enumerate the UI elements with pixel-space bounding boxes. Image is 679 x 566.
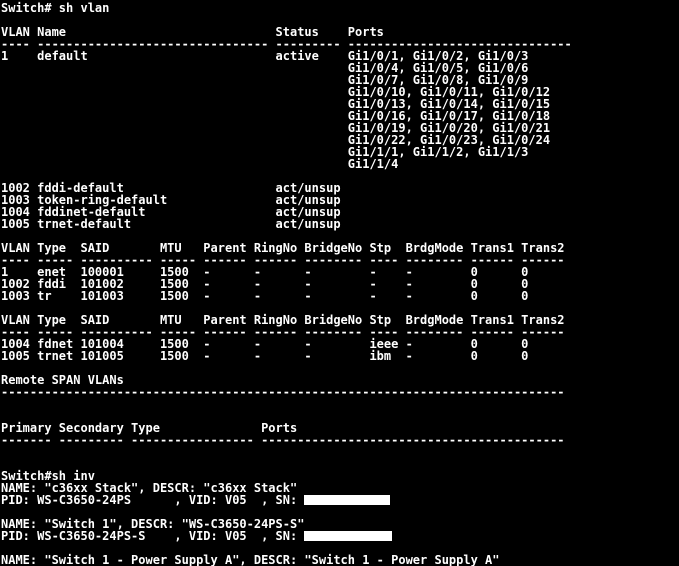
serial-number-redaction (304, 494, 391, 505)
command-prompt-sh-vlan[interactable]: Switch# sh vlan (0, 2, 679, 14)
table-row: 1005 trnet 101005 1500 - - - ibm - 0 0 (1, 349, 529, 363)
inventory-pid-text: PID: WS-C3650-24PS-S , VID: V05 , SN: (1, 529, 305, 543)
private-vlan-divider: ------- --------- ----------------- ----… (1, 433, 565, 447)
table-row: 1005 trnet-default act/unsup (1, 217, 341, 231)
remote-span-divider: ----------------------------------------… (1, 385, 565, 399)
inventory-pid-line: PID: WS-C3650-24PS-S , VID: V05 , SN: (0, 530, 679, 542)
inventory-pid-line: PID: WS-C3650-24PS , VID: V05 , SN: (0, 494, 679, 506)
terminal-screen: Switch# sh vlan VLAN Name Status Ports -… (0, 2, 679, 566)
table-row: Gi1/1/4 (1, 157, 399, 171)
inventory-pid-text: PID: WS-C3650-24PS , VID: V05 , SN: (1, 493, 305, 507)
table-row: 1003 tr 101003 1500 - - - - - 0 0 (1, 289, 529, 303)
serial-number-redaction (304, 530, 393, 541)
terminal-window[interactable]: Switch# sh vlan VLAN Name Status Ports -… (0, 0, 679, 566)
